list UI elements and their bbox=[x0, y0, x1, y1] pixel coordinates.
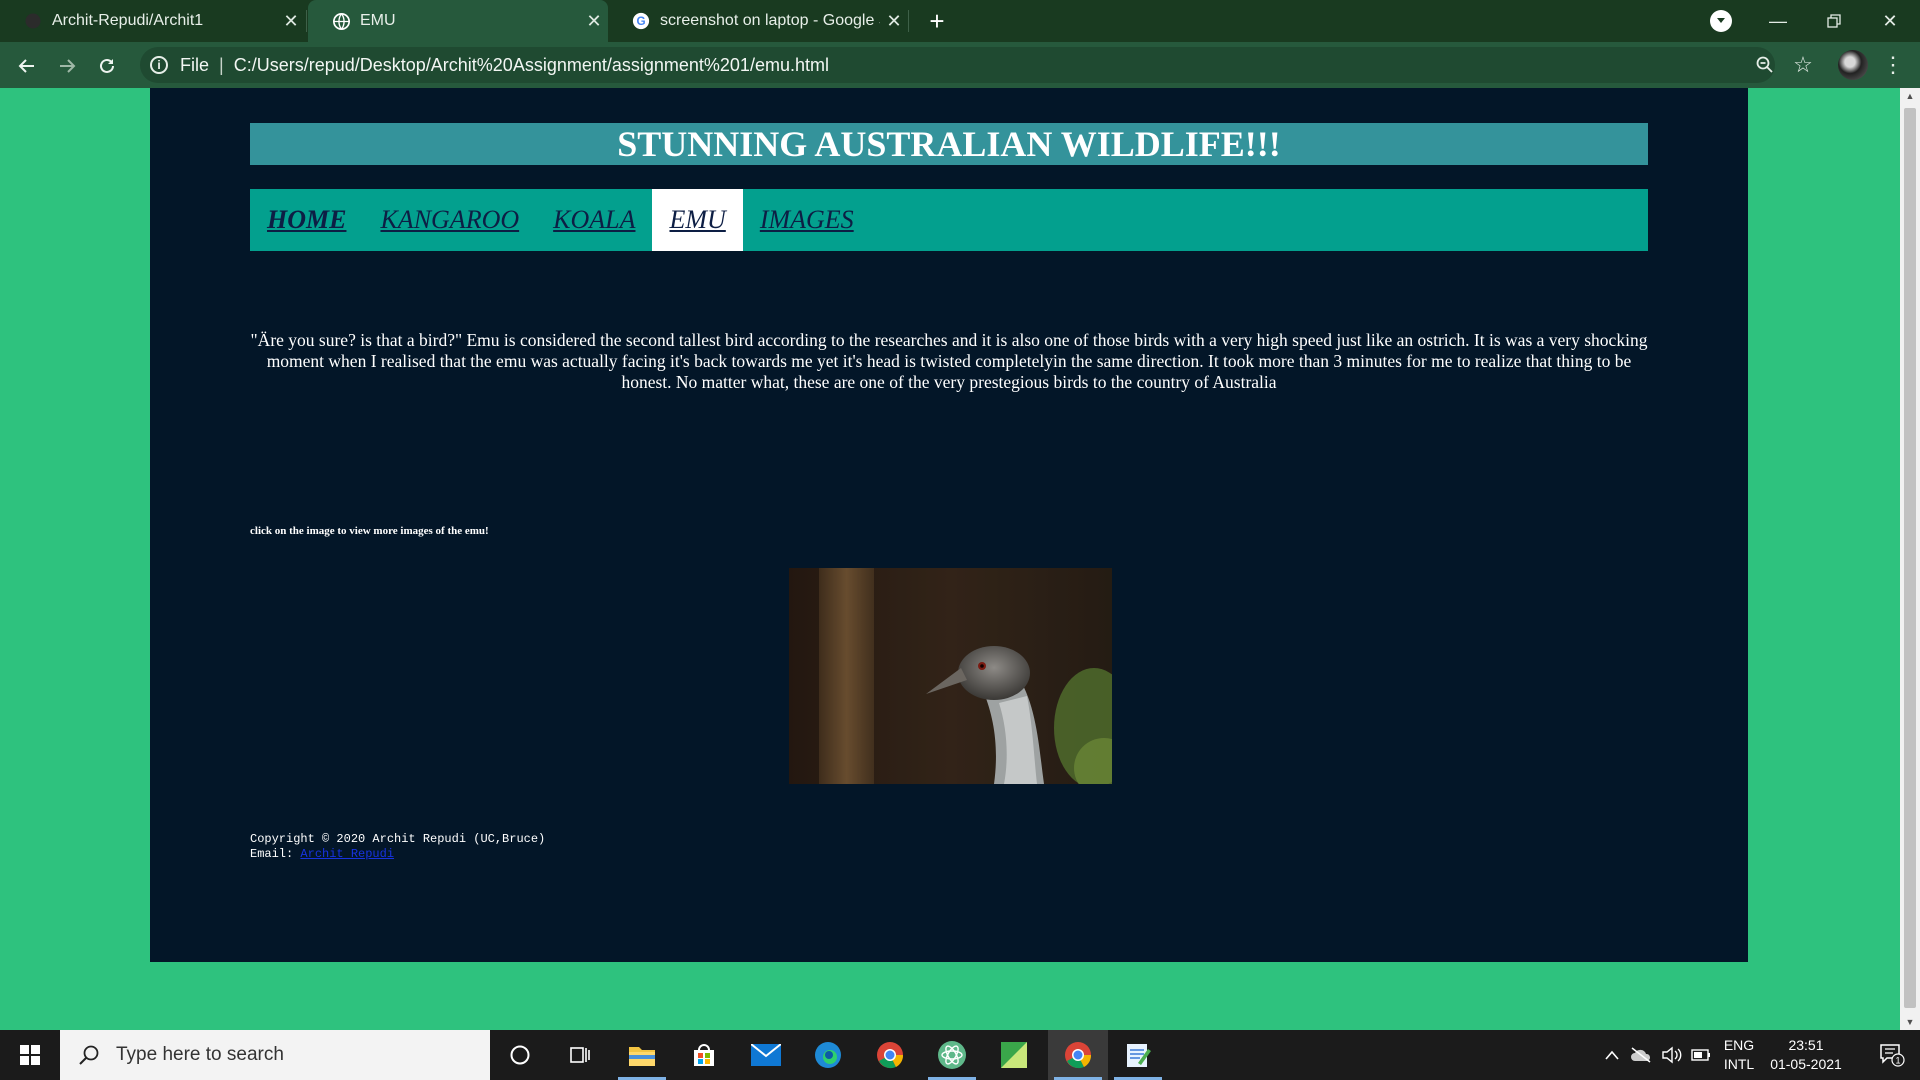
email-link[interactable]: Archit Repudi bbox=[300, 847, 394, 861]
notification-center-icon[interactable]: 1 bbox=[1864, 1030, 1920, 1080]
vertical-scrollbar[interactable]: ▲ ▼ bbox=[1900, 88, 1920, 1030]
microsoft-store-icon[interactable] bbox=[674, 1030, 734, 1080]
tab-search-icon[interactable] bbox=[1710, 10, 1732, 32]
notification-count: 1 bbox=[1895, 1056, 1900, 1066]
cortana-icon[interactable] bbox=[490, 1030, 550, 1080]
email-label: Email: bbox=[250, 847, 301, 861]
close-window-icon[interactable]: ✕ bbox=[1862, 0, 1918, 42]
onedrive-offline-icon[interactable] bbox=[1628, 1030, 1654, 1080]
emu-photo[interactable] bbox=[789, 568, 1112, 784]
back-icon[interactable] bbox=[10, 49, 44, 83]
emu-description: "Äre you sure? is that a bird?" Emu is c… bbox=[250, 330, 1648, 392]
edge-icon[interactable] bbox=[798, 1030, 858, 1080]
menu-icon[interactable]: ⋮ bbox=[1880, 50, 1906, 80]
photos-icon[interactable] bbox=[984, 1030, 1044, 1080]
browser-toolbar: i File | C:/Users/repud/Desktop/Archit%2… bbox=[0, 42, 1920, 88]
tab-title: EMU bbox=[360, 12, 396, 29]
tab-google[interactable]: G screenshot on laptop - Google Se ✕ bbox=[608, 0, 908, 42]
nav-link-kangaroo[interactable]: KANGAROO bbox=[363, 189, 536, 251]
address-divider: | bbox=[219, 54, 224, 75]
bookmark-star-icon[interactable]: ☆ bbox=[1788, 50, 1818, 80]
tab-divider bbox=[908, 10, 909, 32]
search-icon bbox=[76, 1044, 102, 1066]
search-placeholder: Type here to search bbox=[116, 1044, 284, 1065]
page-viewport: STUNNING AUSTRALIAN WILDLIFE!!! HOME KAN… bbox=[0, 88, 1900, 1030]
file-explorer-icon[interactable] bbox=[612, 1030, 672, 1080]
tab-title: Archit-Repudi/Archit1 bbox=[52, 12, 204, 29]
task-view-icon[interactable] bbox=[550, 1030, 610, 1080]
clock-date: 01-05-2021 bbox=[1770, 1056, 1842, 1072]
scheme-label: File bbox=[180, 54, 210, 75]
nav-link-emu[interactable]: EMU bbox=[652, 189, 743, 251]
close-icon[interactable]: ✕ bbox=[880, 11, 908, 32]
mail-icon[interactable] bbox=[736, 1030, 796, 1080]
email-line: Email: Archit Repudi bbox=[250, 847, 545, 862]
google-icon: G bbox=[632, 12, 650, 30]
svg-text:G: G bbox=[636, 15, 645, 28]
profile-avatar[interactable] bbox=[1838, 50, 1868, 80]
close-icon[interactable]: ✕ bbox=[580, 11, 608, 32]
tab-divider bbox=[306, 10, 307, 32]
url-text[interactable]: C:/Users/repud/Desktop/Archit%20Assignme… bbox=[234, 55, 829, 76]
content-container: STUNNING AUSTRALIAN WILDLIFE!!! HOME KAN… bbox=[150, 88, 1748, 962]
atom-editor-icon[interactable] bbox=[922, 1030, 982, 1080]
address-bar[interactable]: i File | C:/Users/repud/Desktop/Archit%2… bbox=[140, 47, 1775, 83]
forward-icon[interactable] bbox=[50, 49, 84, 83]
nav-link-koala[interactable]: KOALA bbox=[536, 189, 652, 251]
battery-icon[interactable] bbox=[1688, 1030, 1714, 1080]
windows-start-icon[interactable] bbox=[0, 1030, 60, 1080]
reload-icon[interactable] bbox=[90, 49, 124, 83]
show-hidden-icons[interactable] bbox=[1600, 1030, 1624, 1080]
tab-title: screenshot on laptop - Google Se bbox=[660, 12, 880, 29]
chrome-active-icon[interactable] bbox=[1048, 1030, 1108, 1080]
image-hint: click on the image to view more images o… bbox=[250, 525, 489, 537]
input-language[interactable]: ENG INTL bbox=[1718, 1036, 1760, 1074]
notepad-icon[interactable] bbox=[1108, 1030, 1168, 1080]
tab-emu[interactable]: EMU ✕ bbox=[308, 0, 608, 42]
info-icon[interactable]: i bbox=[150, 56, 168, 74]
github-icon bbox=[24, 12, 42, 30]
lang-layout: INTL bbox=[1723, 1056, 1755, 1072]
globe-icon bbox=[332, 12, 350, 30]
nav-link-home[interactable]: HOME bbox=[250, 189, 363, 251]
clock-time: 23:51 bbox=[1788, 1037, 1824, 1053]
nav-link-images[interactable]: IMAGES bbox=[743, 189, 871, 251]
scroll-down-icon[interactable]: ▼ bbox=[1900, 1014, 1920, 1030]
system-clock[interactable]: 23:51 01-05-2021 bbox=[1762, 1036, 1850, 1074]
tab-github[interactable]: Archit-Repudi/Archit1 ✕ bbox=[0, 0, 305, 42]
restore-icon[interactable] bbox=[1806, 0, 1862, 42]
scroll-thumb[interactable] bbox=[1904, 108, 1916, 1008]
browser-tab-strip: Archit-Repudi/Archit1 ✕ EMU ✕ G screensh… bbox=[0, 0, 1920, 42]
windows-taskbar: Type here to search ENG INTL 23:51 01-05… bbox=[0, 1030, 1920, 1080]
volume-icon[interactable] bbox=[1658, 1030, 1686, 1080]
lang-code: ENG bbox=[1723, 1037, 1755, 1053]
zoom-icon[interactable] bbox=[1750, 50, 1780, 80]
copyright-text: Copyright © 2020 Archit Repudi (UC,Bruce… bbox=[250, 832, 546, 846]
page-footer: Copyright © 2020 Archit Repudi (UC,Bruce… bbox=[250, 832, 545, 862]
new-tab-button[interactable]: + bbox=[920, 4, 954, 38]
scroll-up-icon[interactable]: ▲ bbox=[1900, 88, 1920, 104]
page-banner: STUNNING AUSTRALIAN WILDLIFE!!! bbox=[250, 123, 1648, 165]
minimize-icon[interactable]: — bbox=[1750, 0, 1806, 42]
chrome-icon[interactable] bbox=[860, 1030, 920, 1080]
main-navigation: HOME KANGAROO KOALA EMU IMAGES bbox=[250, 189, 1648, 251]
close-icon[interactable]: ✕ bbox=[277, 11, 305, 32]
taskbar-search[interactable]: Type here to search bbox=[60, 1030, 490, 1080]
